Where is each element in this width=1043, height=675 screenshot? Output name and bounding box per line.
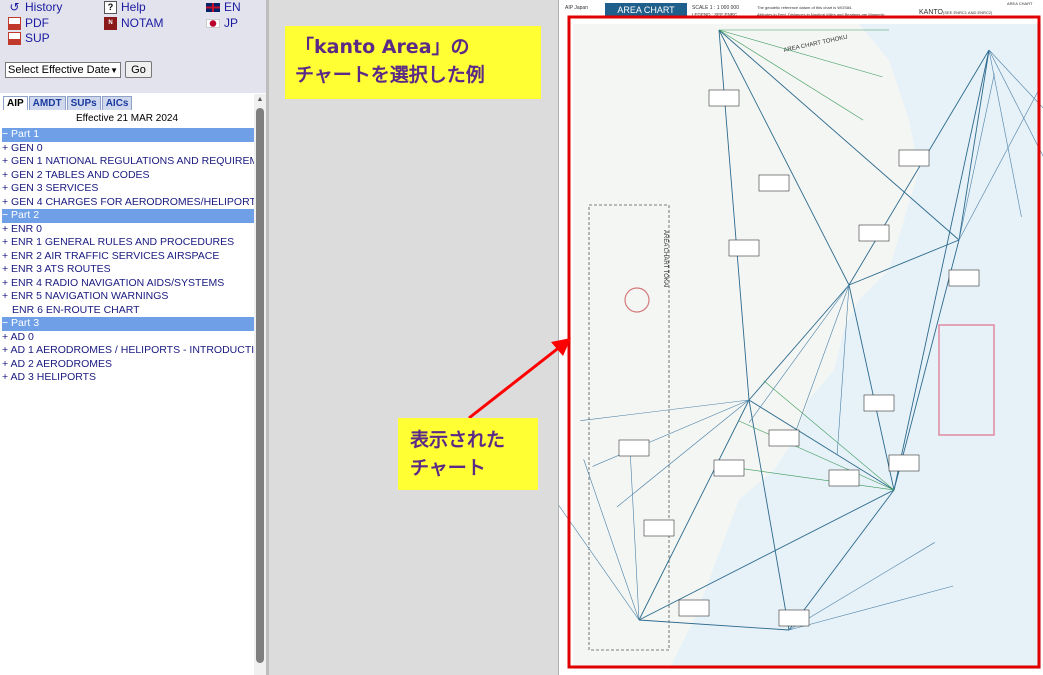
go-button[interactable]: Go xyxy=(125,61,152,78)
history-label: History xyxy=(25,0,63,14)
uk-flag-icon xyxy=(206,2,220,12)
toc-item[interactable]: ENR 6 EN-ROUTE CHART xyxy=(2,304,254,318)
toc-item[interactable]: + ENR 5 NAVIGATION WARNINGS xyxy=(2,290,254,304)
notam-icon: N xyxy=(104,16,117,30)
toc-item[interactable]: + ENR 4 RADIO NAVIGATION AIDS/SYSTEMS xyxy=(2,277,254,291)
toc-item[interactable]: + AD 3 HELIPORTS xyxy=(2,371,254,385)
toc-item[interactable]: + GEN 1 NATIONAL REGULATIONS AND REQUIRE… xyxy=(2,155,254,169)
help-label: Help xyxy=(121,0,146,14)
callout2-line2: チャート xyxy=(410,457,486,479)
tab-aip[interactable]: AIP xyxy=(3,96,28,110)
toc-item[interactable]: + AD 2 AERODROMES xyxy=(2,358,254,372)
toc-item[interactable]: + GEN 4 CHARGES FOR AERODROMES/HELIPORTS… xyxy=(2,196,254,210)
callout-selected-example: 「kanto Area」の チャートを選択した例 xyxy=(285,26,541,99)
callout2-line1: 表示された xyxy=(410,429,506,451)
sup-link[interactable]: SUP xyxy=(8,31,50,45)
scroll-up-arrow-icon[interactable]: ▲ xyxy=(256,96,264,104)
language-en-link[interactable]: EN xyxy=(206,0,241,14)
toc-part-header[interactable]: − Part 1 xyxy=(2,128,254,142)
callout1-line2: チャートを選択した例 xyxy=(295,64,485,86)
scrollbar-thumb[interactable] xyxy=(256,108,264,663)
table-of-contents: − Part 1 + GEN 0 + GEN 1 NATIONAL REGULATI… xyxy=(2,128,254,385)
toc-item[interactable]: + ENR 1 GENERAL RULES AND PROCEDURES xyxy=(2,236,254,250)
help-link[interactable]: ? Help xyxy=(104,0,146,14)
aip-navigation-panel: ↺ History ? Help EN PDF N NOTAM JP SUP S… xyxy=(0,0,266,675)
callout-displayed-chart: 表示された チャート xyxy=(398,418,538,490)
history-icon: ↺ xyxy=(9,0,20,14)
toc-item[interactable]: + ENR 0 xyxy=(2,223,254,237)
sup-icon xyxy=(8,31,21,45)
chart-highlight-frame xyxy=(567,15,1041,669)
tab-aics[interactable]: AICs xyxy=(101,96,133,110)
nav-header: ↺ History ? Help EN PDF N NOTAM JP SUP S… xyxy=(0,0,266,93)
language-jp-label: JP xyxy=(224,16,239,30)
language-jp-link[interactable]: JP xyxy=(206,16,238,30)
toc-part-header[interactable]: − Part 3 xyxy=(2,317,254,331)
tab-amdt[interactable]: AMDT xyxy=(28,96,66,110)
toc-item[interactable]: + ENR 2 AIR TRAFFIC SERVICES AIRSPACE xyxy=(2,250,254,264)
toc-item[interactable]: + ENR 3 ATS ROUTES xyxy=(2,263,254,277)
help-icon: ? xyxy=(104,0,117,14)
japan-flag-icon xyxy=(206,18,220,28)
annotation-overlay xyxy=(468,15,1041,669)
language-en-label: EN xyxy=(224,0,241,14)
toc-item[interactable]: + GEN 3 SERVICES xyxy=(2,182,254,196)
pdf-label: PDF xyxy=(25,16,49,30)
doc-tabs: AIP AMDT SUPs AICs xyxy=(3,96,133,110)
notam-link[interactable]: N NOTAM xyxy=(104,16,163,30)
toc-item[interactable]: + GEN 0 xyxy=(2,142,254,156)
chevron-down-icon: ▼ xyxy=(110,65,118,75)
toc-item[interactable]: + AD 0 xyxy=(2,331,254,345)
toc-item[interactable]: + GEN 2 TABLES AND CODES xyxy=(2,169,254,183)
document-viewer: AIP Japan AREA CHART SCALE 1 : 1 000 000… xyxy=(269,0,1043,675)
sup-label: SUP xyxy=(25,31,50,45)
callout1-line1: 「kanto Area」の xyxy=(295,36,470,58)
callout-arrow-line xyxy=(468,344,562,420)
history-link[interactable]: ↺ History xyxy=(8,0,62,14)
effective-date-select[interactable]: Select Effective Date ▼ xyxy=(5,62,121,78)
pdf-link[interactable]: PDF xyxy=(8,16,49,30)
nav-scrollbar[interactable]: ▲ xyxy=(254,94,266,675)
effective-date-label: Effective 21 MAR 2024 xyxy=(75,113,179,124)
tab-sups[interactable]: SUPs xyxy=(66,96,101,110)
toc-item[interactable]: + AD 1 AERODROMES / HELIPORTS - INTRODUC… xyxy=(2,344,254,358)
effective-date-select-value: Select Effective Date xyxy=(8,64,110,76)
notam-label: NOTAM xyxy=(121,16,164,30)
toc-part-header[interactable]: − Part 2 xyxy=(2,209,254,223)
pdf-icon xyxy=(8,16,21,30)
